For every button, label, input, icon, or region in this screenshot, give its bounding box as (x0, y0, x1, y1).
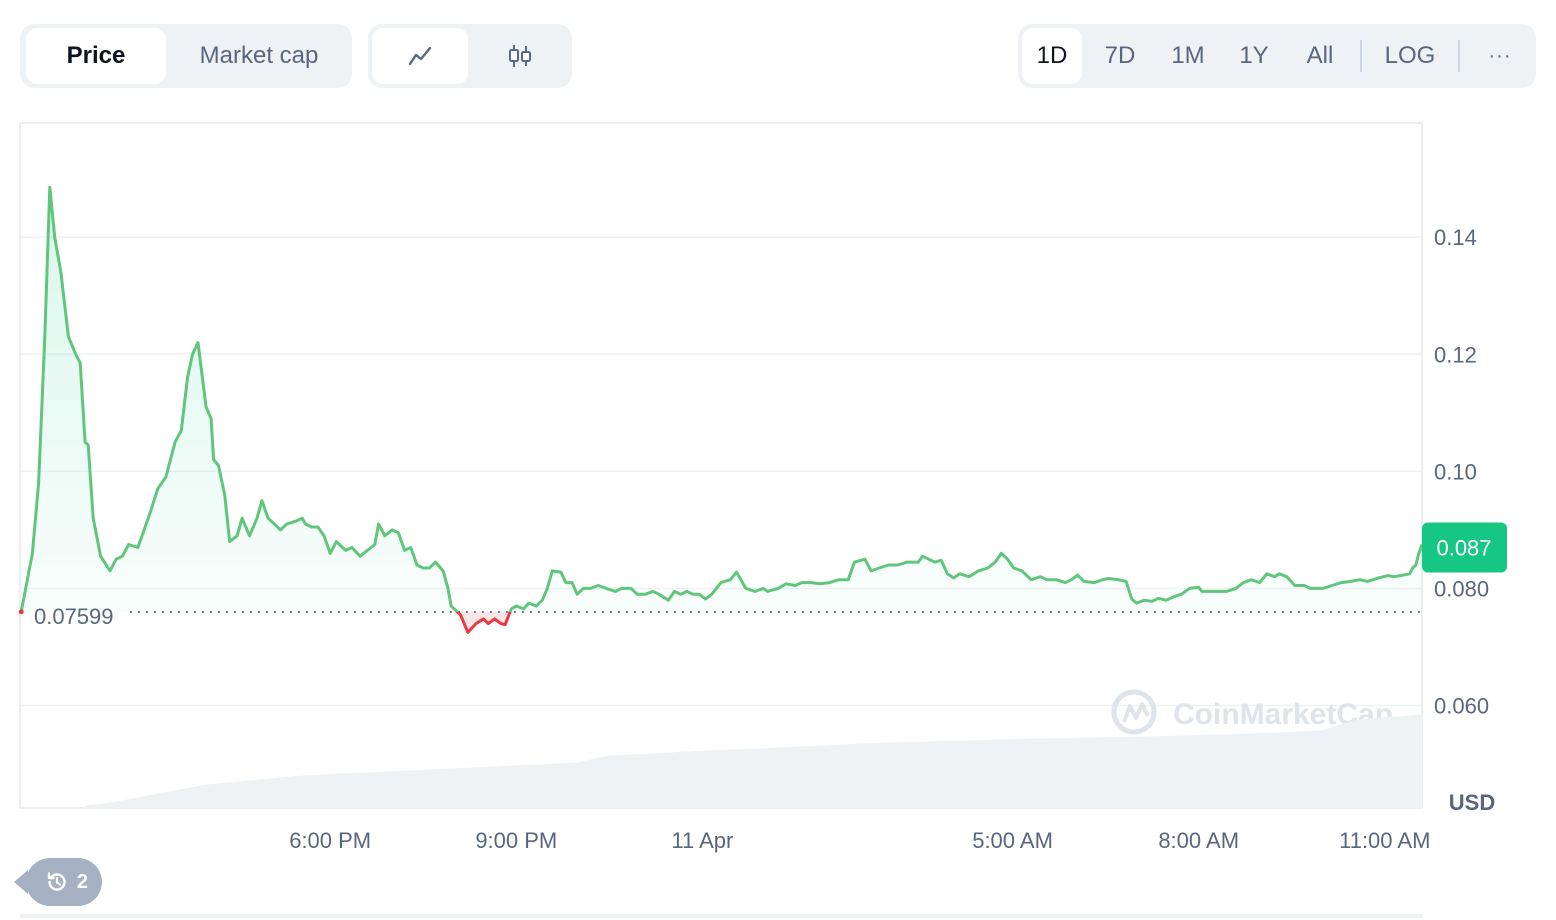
y-tick-label: 0.14 (1434, 225, 1477, 250)
grid-lines (20, 236, 1422, 707)
x-tick-label: 11 Apr (671, 828, 733, 853)
x-tick-label: 11:00 AM (1339, 828, 1430, 853)
price-chart: CoinMarketCap 0.07599 0.0600.0800.100.12… (18, 122, 1507, 853)
bottom-rule (20, 914, 1422, 918)
x-tick-label: 5:00 AM (972, 828, 1053, 853)
coinmarketcap-logo-mark (1122, 702, 1150, 723)
start-point (18, 609, 24, 615)
y-tick-label: 0.10 (1434, 459, 1477, 484)
baseline-label: 0.07599 (34, 604, 114, 629)
history-badge-notch (14, 870, 28, 894)
y-tick-label: 0.060 (1434, 694, 1489, 719)
y-tick-label: 0.12 (1434, 342, 1477, 367)
currency-label: USD (1449, 790, 1495, 815)
x-tick-label: 6:00 PM (289, 828, 371, 853)
history-icon (45, 870, 69, 894)
x-axis: 6:00 PM 9:00 PM 11 Apr 5:00 AM 8:00 AM 11:00 … (289, 828, 1430, 853)
current-price-label: 0.087 (1436, 535, 1491, 560)
y-tick-label: 0.080 (1434, 576, 1489, 601)
history-button[interactable]: 2 (14, 858, 102, 906)
x-tick-label: 8:00 AM (1158, 828, 1239, 853)
x-tick-label: 9:00 PM (475, 828, 557, 853)
area-fill-up (21, 187, 1422, 612)
y-axis: 0.060 0.080 0.10 0.12 0.14 (1434, 225, 1489, 718)
current-price-tag: 0.087 (1422, 522, 1507, 573)
history-count: 2 (76, 870, 88, 893)
